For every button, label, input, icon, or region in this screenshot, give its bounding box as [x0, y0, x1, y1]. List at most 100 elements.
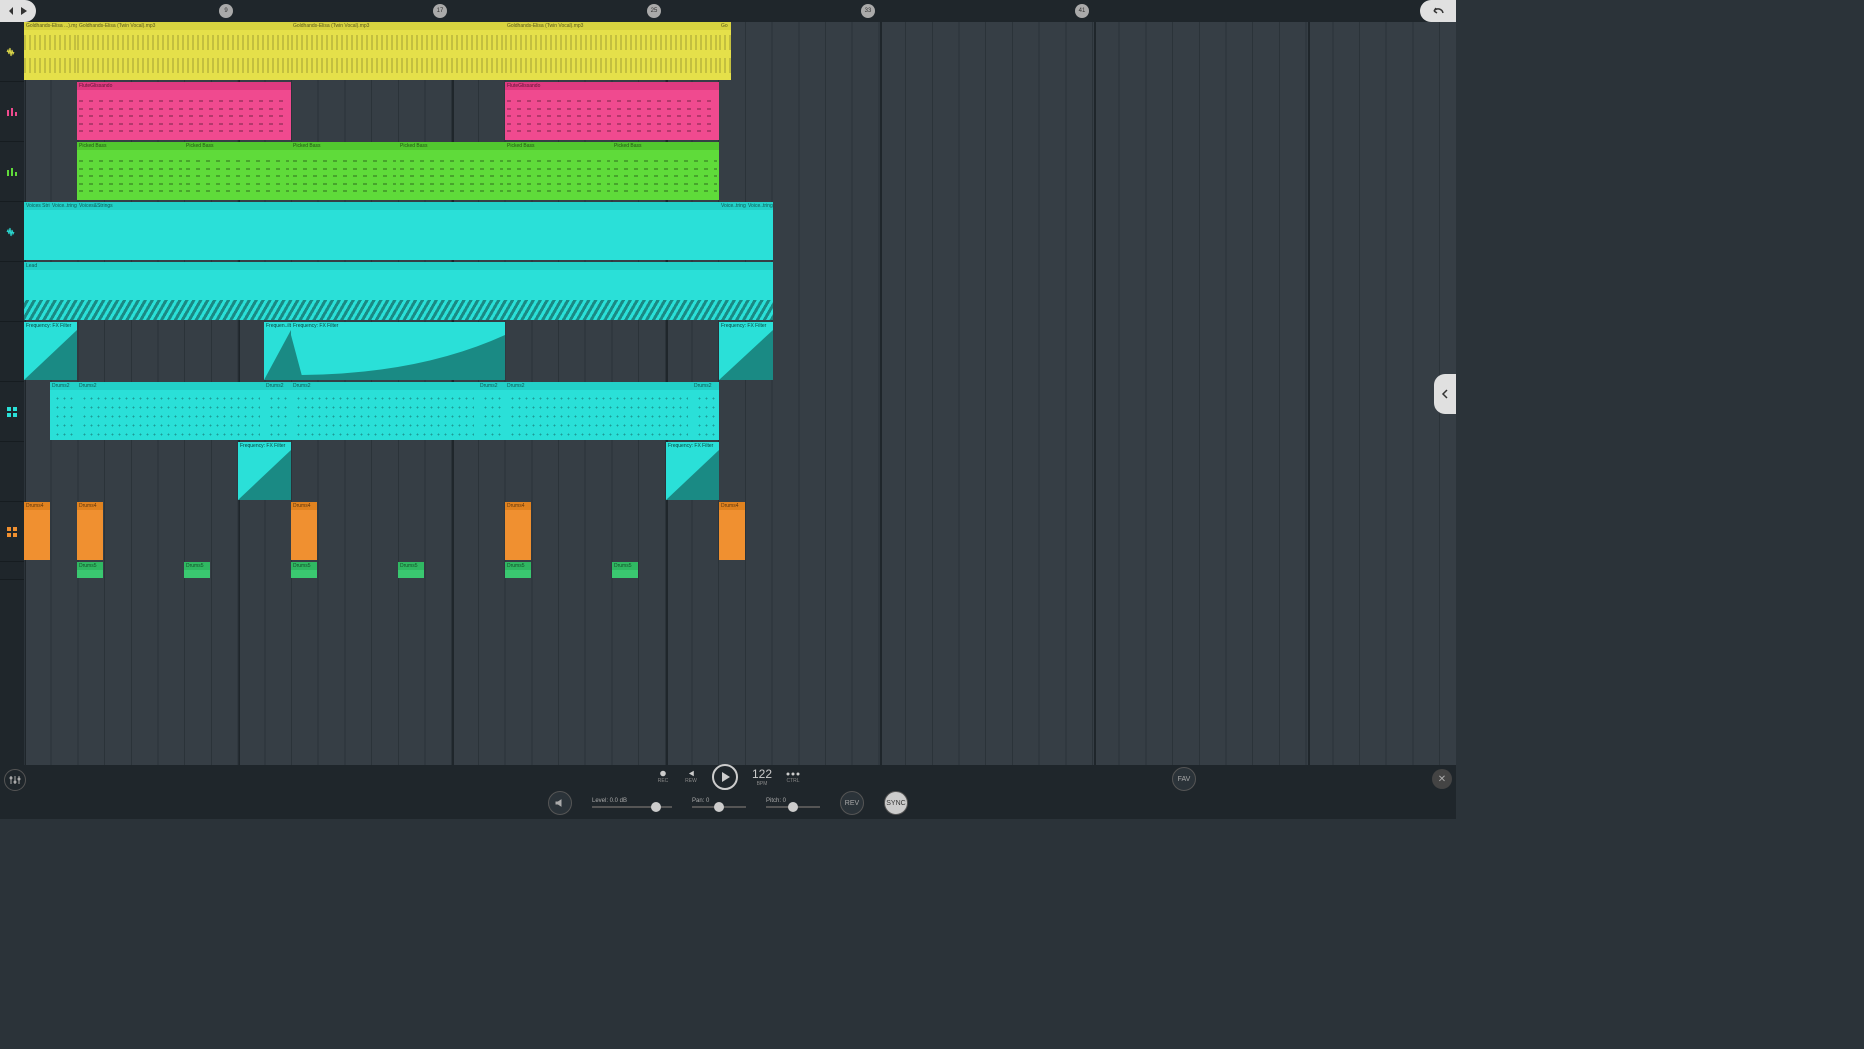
- clip-label: Drums4: [291, 502, 317, 510]
- track-header-drums4[interactable]: [0, 502, 24, 562]
- clip[interactable]: Picked Bass: [398, 142, 505, 200]
- clip[interactable]: FluteGlissando: [505, 82, 719, 140]
- clip-body: [719, 30, 731, 80]
- clip[interactable]: FluteGlissando: [77, 82, 291, 140]
- clip[interactable]: Voice..trings: [50, 202, 77, 260]
- clip[interactable]: Voice..trings: [746, 202, 773, 260]
- tracks-area[interactable]: Goldhands-Elisa ...).mp3Goldhands-Elisa …: [24, 22, 1456, 765]
- track-header-lead[interactable]: [0, 262, 24, 322]
- clip-label: Drums2: [264, 382, 291, 390]
- clip[interactable]: Picked Bass: [291, 142, 398, 200]
- track-row-filter2: Frequency: FX Filter Frequency: FX Filter: [24, 442, 1456, 500]
- clip[interactable]: Drums2: [692, 382, 719, 440]
- clip[interactable]: Go: [719, 22, 731, 80]
- close-button[interactable]: ✕: [1432, 769, 1452, 789]
- bar-marker[interactable]: 9: [219, 4, 233, 18]
- undo-button[interactable]: [1420, 0, 1456, 22]
- clip[interactable]: Drums2: [505, 382, 692, 440]
- clip-label: Drums4: [24, 502, 50, 510]
- clip[interactable]: Drums4: [505, 502, 531, 560]
- ruler-track[interactable]: 9 17 25 33 41: [36, 0, 1456, 22]
- rev-button[interactable]: REV: [840, 791, 864, 815]
- clip[interactable]: Frequency: FX Filter: [238, 442, 291, 500]
- clip-body: [291, 390, 478, 440]
- fav-button[interactable]: FAV: [1172, 767, 1196, 791]
- clip[interactable]: Drums4: [24, 502, 50, 560]
- track-header-filter1[interactable]: [0, 322, 24, 382]
- expand-panel-button[interactable]: [1434, 374, 1456, 414]
- clip[interactable]: Drums4: [77, 502, 103, 560]
- clip[interactable]: Drums5: [505, 562, 531, 578]
- tempo-display[interactable]: 122 BPM: [752, 767, 772, 787]
- clip[interactable]: Drums2: [291, 382, 478, 440]
- clip[interactable]: Drums2: [478, 382, 505, 440]
- clip-body: [77, 90, 291, 140]
- clip-body: [291, 30, 505, 80]
- bar-marker[interactable]: 33: [861, 4, 875, 18]
- clip[interactable]: Picked Bass: [612, 142, 719, 200]
- clip[interactable]: Drums2: [77, 382, 264, 440]
- timeline: Goldhands-Elisa ...).mp3Goldhands-Elisa …: [0, 22, 1456, 765]
- pitch-slider[interactable]: [766, 806, 820, 808]
- clip-body: [291, 330, 505, 380]
- clip[interactable]: Drums5: [398, 562, 424, 578]
- clip[interactable]: Goldhands-Elisa ...).mp3: [24, 22, 77, 80]
- rew-label: REW: [685, 778, 697, 784]
- clip[interactable]: Frequency: FX Filter: [24, 322, 77, 380]
- mute-button[interactable]: [548, 791, 572, 815]
- track-header-vocal[interactable]: [0, 22, 24, 82]
- bar-marker[interactable]: 25: [647, 4, 661, 18]
- rewind-button[interactable]: REW: [684, 770, 698, 784]
- clip[interactable]: Drums4: [719, 502, 745, 560]
- track-header-drums5[interactable]: [0, 562, 24, 580]
- clip[interactable]: Picked Bass: [77, 142, 184, 200]
- clip[interactable]: Goldhands-Elisa (Twin Vocal).mp3: [291, 22, 505, 80]
- clip[interactable]: Drums5: [291, 562, 317, 578]
- track-header-strings[interactable]: [0, 202, 24, 262]
- sync-button[interactable]: SYNC: [884, 791, 908, 815]
- clip[interactable]: Frequency: FX Filter: [719, 322, 773, 380]
- bar-marker[interactable]: 17: [433, 4, 447, 18]
- clip[interactable]: Picked Bass: [184, 142, 291, 200]
- clip[interactable]: Drums5: [612, 562, 638, 578]
- pitch-slider-group: Pitch: 0: [766, 798, 820, 808]
- clip[interactable]: Voices Strings: [24, 202, 50, 260]
- track-header-drums2[interactable]: [0, 382, 24, 442]
- clip[interactable]: Drums4: [291, 502, 317, 560]
- clip[interactable]: Drums5: [184, 562, 210, 578]
- clip-body: [77, 390, 264, 440]
- clip-label: Frequency: FX Filter: [291, 322, 505, 330]
- clip[interactable]: Frequen..ilter: [264, 322, 291, 380]
- clip[interactable]: Drums5: [77, 562, 103, 578]
- clip[interactable]: Frequency: FX Filter: [666, 442, 719, 500]
- track-header-flute[interactable]: [0, 82, 24, 142]
- clip[interactable]: Drums2: [50, 382, 77, 440]
- bar-marker[interactable]: 41: [1075, 4, 1089, 18]
- play-corner[interactable]: [0, 0, 36, 22]
- clip-label: Goldhands-Elisa (Twin Vocal).mp3: [505, 22, 719, 30]
- play-button[interactable]: [712, 764, 738, 790]
- clip[interactable]: Drums2: [264, 382, 291, 440]
- track-header-filter2[interactable]: [0, 442, 24, 502]
- clip[interactable]: Lead: [24, 262, 773, 320]
- clip[interactable]: Goldhands-Elisa (Twin Vocal).mp3: [77, 22, 291, 80]
- clip[interactable]: Goldhands-Elisa (Twin Vocal).mp3: [505, 22, 719, 80]
- clip-label: FluteGlissando: [505, 82, 719, 90]
- clip-label: Drums2: [478, 382, 505, 390]
- ctrl-button[interactable]: CTRL: [786, 770, 800, 784]
- clip[interactable]: Voices&Strings: [77, 202, 719, 260]
- level-slider[interactable]: [592, 806, 672, 808]
- pan-slider-group: Pan: 0: [692, 798, 746, 808]
- clip-body: [77, 30, 291, 80]
- record-button[interactable]: REC: [656, 770, 670, 784]
- pan-slider[interactable]: [692, 806, 746, 808]
- clip[interactable]: Voice..trings: [719, 202, 746, 260]
- clip-label: Drums4: [719, 502, 745, 510]
- clip-label: Voice..trings: [746, 202, 773, 210]
- clip[interactable]: Frequency: FX Filter: [291, 322, 505, 380]
- clip-body: [24, 30, 77, 80]
- level-label: Level: 0.0 dB: [592, 798, 627, 804]
- clip[interactable]: Picked Bass: [505, 142, 612, 200]
- clip-body: [291, 570, 317, 578]
- track-header-bass[interactable]: [0, 142, 24, 202]
